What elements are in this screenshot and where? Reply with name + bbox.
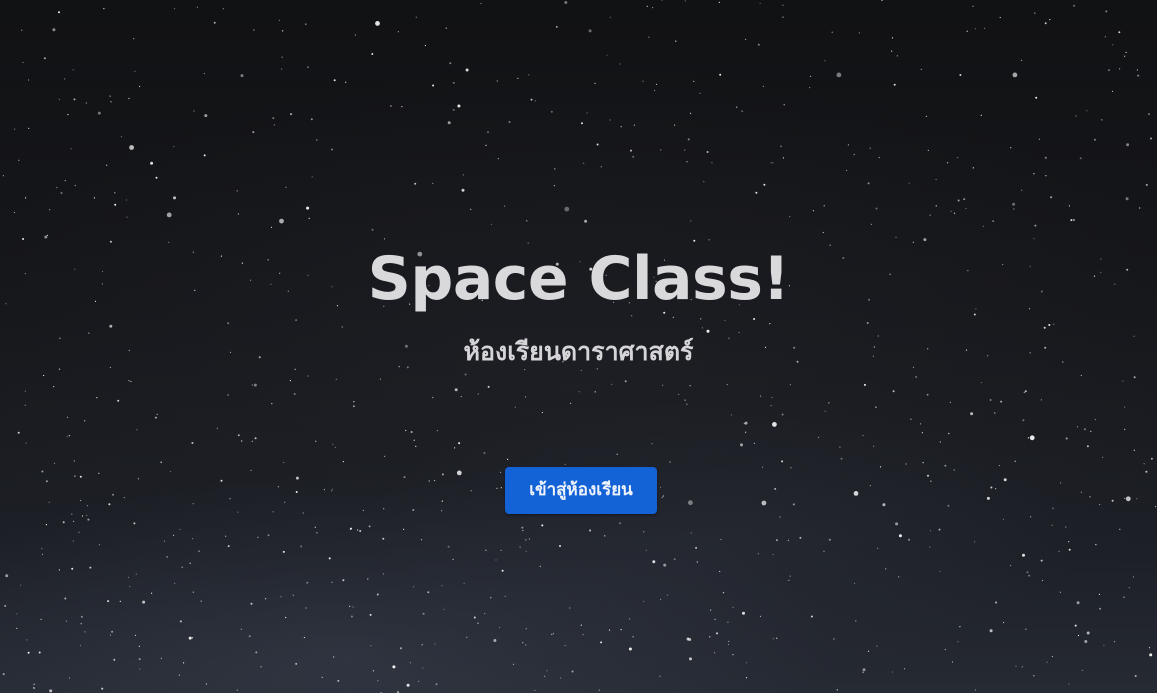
hero-content: Space Class! ห้องเรียนดาราศาสตร์ เข้าสู่… xyxy=(0,0,1157,693)
page-title: Space Class! xyxy=(367,244,790,314)
hero-section: Space Class! ห้องเรียนดาราศาสตร์ เข้าสู่… xyxy=(0,0,1157,693)
enter-classroom-button[interactable]: เข้าสู่ห้องเรียน xyxy=(505,467,657,514)
page-subtitle: ห้องเรียนดาราศาสตร์ xyxy=(463,337,694,366)
